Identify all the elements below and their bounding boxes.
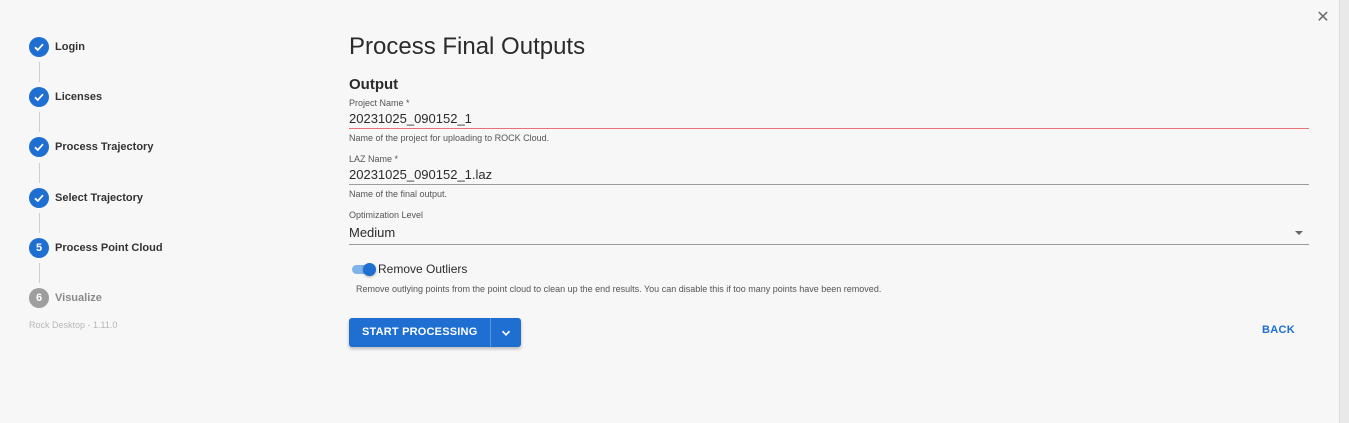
project-name-input[interactable] bbox=[349, 109, 1309, 129]
toggle-label: Remove Outliers bbox=[378, 262, 468, 276]
start-processing-split-button: START PROCESSING bbox=[349, 318, 522, 347]
step-label: Login bbox=[55, 41, 85, 53]
section-title: Output bbox=[349, 76, 399, 93]
optimization-level-select[interactable]: Medium bbox=[349, 221, 1309, 245]
step-label: Select Trajectory bbox=[55, 192, 144, 204]
helper-text: Remove outlying points from the point cl… bbox=[356, 284, 882, 294]
step-label: Process Trajectory bbox=[55, 141, 154, 153]
main-content: Process Final Outputs Output Project Nam… bbox=[349, 0, 1309, 423]
step-label: Licenses bbox=[55, 91, 103, 103]
field-label: LAZ Name * bbox=[349, 154, 399, 164]
step-connector bbox=[38, 112, 40, 132]
back-button[interactable]: BACK bbox=[1262, 324, 1295, 336]
check-icon bbox=[29, 188, 49, 208]
start-processing-button[interactable]: START PROCESSING bbox=[349, 318, 492, 347]
optimization-level-field: Optimization Level Medium bbox=[349, 209, 1309, 245]
chevron-down-icon[interactable] bbox=[491, 318, 521, 347]
field-label: Optimization Level bbox=[349, 210, 424, 220]
helper-text: Name of the project for uploading to ROC… bbox=[349, 133, 550, 143]
select-value: Medium bbox=[349, 225, 396, 240]
step-connector bbox=[38, 163, 40, 183]
dialog-window: ✕ Login Licenses Process Trajectory Sele… bbox=[0, 0, 1340, 423]
step-process-trajectory: Process Trajectory bbox=[29, 137, 153, 157]
check-icon bbox=[29, 87, 49, 107]
step-visualize: 6 Visualize bbox=[29, 288, 102, 308]
step-licenses: Licenses bbox=[29, 87, 102, 107]
project-name-field: Project Name * Name of the project for u… bbox=[349, 97, 1309, 143]
check-icon bbox=[29, 37, 49, 57]
dropdown-arrow-icon bbox=[1295, 231, 1303, 235]
remove-outliers-toggle[interactable] bbox=[352, 262, 376, 276]
step-process-point-cloud: 5 Process Point Cloud bbox=[29, 238, 163, 258]
check-icon bbox=[29, 137, 49, 157]
step-connector bbox=[38, 263, 40, 283]
step-connector bbox=[38, 62, 40, 82]
close-icon[interactable]: ✕ bbox=[1314, 9, 1332, 27]
step-number: 5 bbox=[29, 238, 49, 258]
remove-outliers-row: Remove Outliers bbox=[352, 262, 467, 276]
laz-name-field: LAZ Name * Name of the final output. bbox=[349, 153, 1309, 199]
toggle-thumb bbox=[363, 262, 376, 276]
step-select-trajectory: Select Trajectory bbox=[29, 188, 143, 208]
laz-name-input[interactable] bbox=[349, 165, 1309, 185]
step-connector bbox=[38, 213, 40, 233]
helper-text: Name of the final output. bbox=[349, 189, 448, 199]
page-title: Process Final Outputs bbox=[349, 33, 586, 60]
step-label: Visualize bbox=[55, 292, 102, 304]
step-login: Login bbox=[29, 37, 85, 57]
version-label: Rock Desktop - 1.11.0 bbox=[29, 320, 118, 330]
step-label: Process Point Cloud bbox=[55, 242, 163, 254]
step-number: 6 bbox=[29, 288, 49, 308]
field-label: Project Name * bbox=[349, 98, 410, 108]
